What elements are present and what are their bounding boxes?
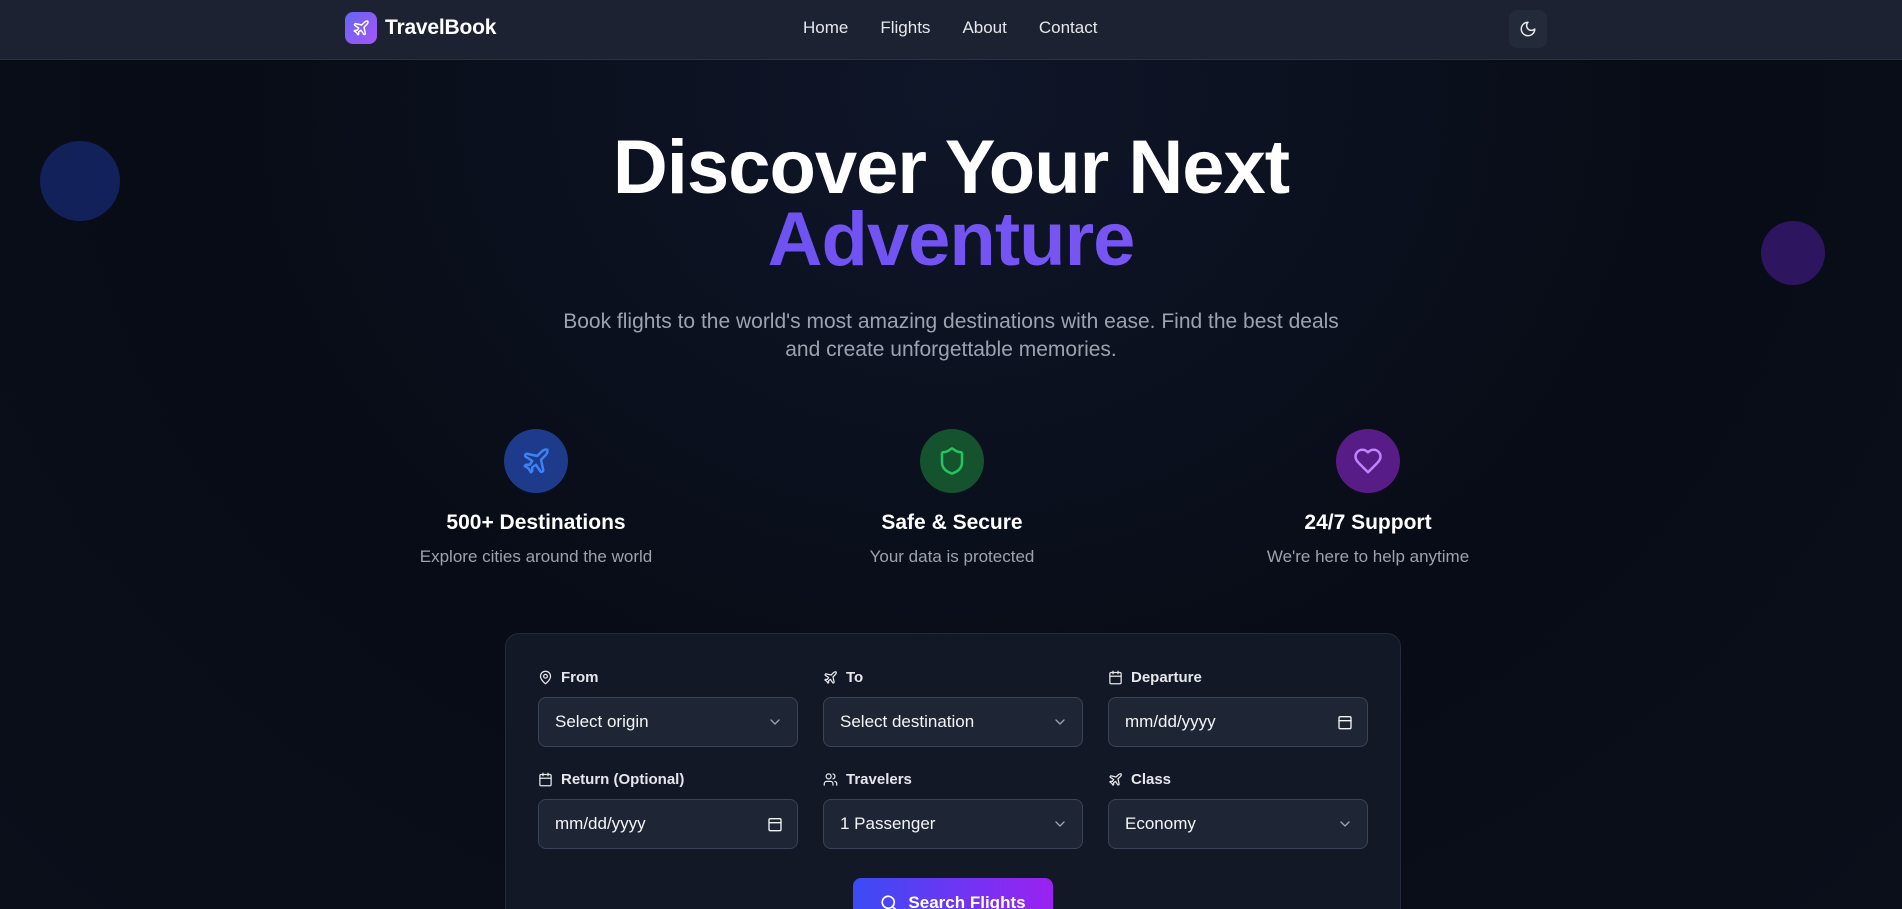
class-label-text: Class	[1131, 770, 1172, 788]
from-select[interactable]: Select origin	[538, 697, 798, 747]
feature-title: 24/7 Support	[1304, 511, 1432, 534]
return-date-value: mm/dd/yyyy	[555, 814, 646, 833]
from-field: From Select origin	[538, 667, 798, 747]
feature-desc: Explore cities around the world	[419, 547, 653, 566]
search-icon	[881, 895, 897, 909]
class-select[interactable]: Economy	[1108, 799, 1368, 849]
travelers-field: Travelers 1 Passenger	[823, 769, 1083, 849]
return-label-text: Return (Optional)	[561, 770, 685, 788]
travelers-label-text: Travelers	[846, 770, 912, 788]
feature-support: 24/7 Support We're here to help anytime	[1208, 429, 1528, 567]
feature-destinations: 500+ Destinations Explore cities around …	[376, 429, 696, 567]
class-field: Class Economy	[1108, 769, 1368, 849]
chevron-down-icon	[1340, 821, 1350, 827]
search-flights-button[interactable]: Search Flights	[853, 878, 1053, 909]
flight-search-card: From Select origin To Select destination…	[505, 633, 1401, 909]
hero-title: Discover Your Next Adventure	[0, 125, 1902, 278]
nav-link-about[interactable]: About	[962, 18, 1006, 38]
calendar-picker-icon[interactable]	[767, 816, 783, 832]
moon-icon	[1520, 21, 1536, 37]
feature-title: Safe & Secure	[881, 511, 1023, 534]
departure-field: Departure mm/dd/yyyy	[1108, 667, 1368, 747]
to-label-text: To	[846, 668, 864, 686]
plane-icon	[345, 12, 377, 44]
brand-name: TravelBook	[385, 16, 497, 39]
nav-link-home[interactable]: Home	[803, 18, 848, 38]
return-date-input[interactable]: mm/dd/yyyy	[538, 799, 798, 849]
heart-icon	[1336, 429, 1400, 493]
departure-label-text: Departure	[1131, 668, 1202, 686]
nav-link-contact[interactable]: Contact	[1039, 18, 1098, 38]
plane-icon	[504, 429, 568, 493]
class-select-value: Economy	[1125, 814, 1196, 833]
chevron-down-icon	[1055, 821, 1065, 827]
top-nav: TravelBook Home Flights About Contact	[0, 0, 1902, 60]
calendar-picker-icon[interactable]	[1337, 714, 1353, 730]
nav-link-flights[interactable]: Flights	[880, 18, 930, 38]
shield-icon	[920, 429, 984, 493]
from-label-text: From	[561, 668, 599, 686]
feature-desc: We're here to help anytime	[1266, 547, 1470, 566]
brand[interactable]: TravelBook	[345, 12, 496, 44]
feature-title: 500+ Destinations	[446, 511, 626, 534]
travelers-label: Travelers	[823, 769, 1083, 789]
hero-title-line2: Adventure	[0, 202, 1902, 278]
travelers-select[interactable]: 1 Passenger	[823, 799, 1083, 849]
users-icon	[823, 772, 838, 786]
chevron-down-icon	[1055, 719, 1065, 725]
map-pin-icon	[539, 670, 552, 684]
class-label: Class	[1108, 769, 1368, 789]
to-select-value: Select destination	[840, 712, 975, 731]
departure-date-input[interactable]: mm/dd/yyyy	[1108, 697, 1368, 747]
calendar-icon	[1109, 670, 1122, 684]
feature-desc: Your data is protected	[869, 547, 1035, 566]
from-label: From	[538, 667, 798, 687]
plane-icon	[824, 670, 837, 684]
feature-security: Safe & Secure Your data is protected	[792, 429, 1112, 567]
departure-label: Departure	[1108, 667, 1368, 687]
to-select[interactable]: Select destination	[823, 697, 1083, 747]
plane-icon	[1109, 772, 1122, 786]
hero-subtitle: Book flights to the world's most amazing…	[563, 310, 1339, 361]
hero-title-line1: Discover Your Next	[612, 125, 1290, 210]
theme-toggle-button[interactable]	[1509, 10, 1547, 48]
nav-links: Home Flights About Contact	[803, 18, 1097, 38]
from-select-value: Select origin	[555, 712, 649, 731]
to-label: To	[823, 667, 1083, 687]
return-label: Return (Optional)	[538, 769, 798, 789]
search-flights-label: Search Flights	[908, 893, 1026, 909]
return-field: Return (Optional) mm/dd/yyyy	[538, 769, 798, 849]
chevron-down-icon	[770, 719, 780, 725]
departure-date-value: mm/dd/yyyy	[1125, 712, 1216, 731]
calendar-icon	[539, 772, 552, 786]
travelers-select-value: 1 Passenger	[840, 814, 936, 833]
to-field: To Select destination	[823, 667, 1083, 747]
